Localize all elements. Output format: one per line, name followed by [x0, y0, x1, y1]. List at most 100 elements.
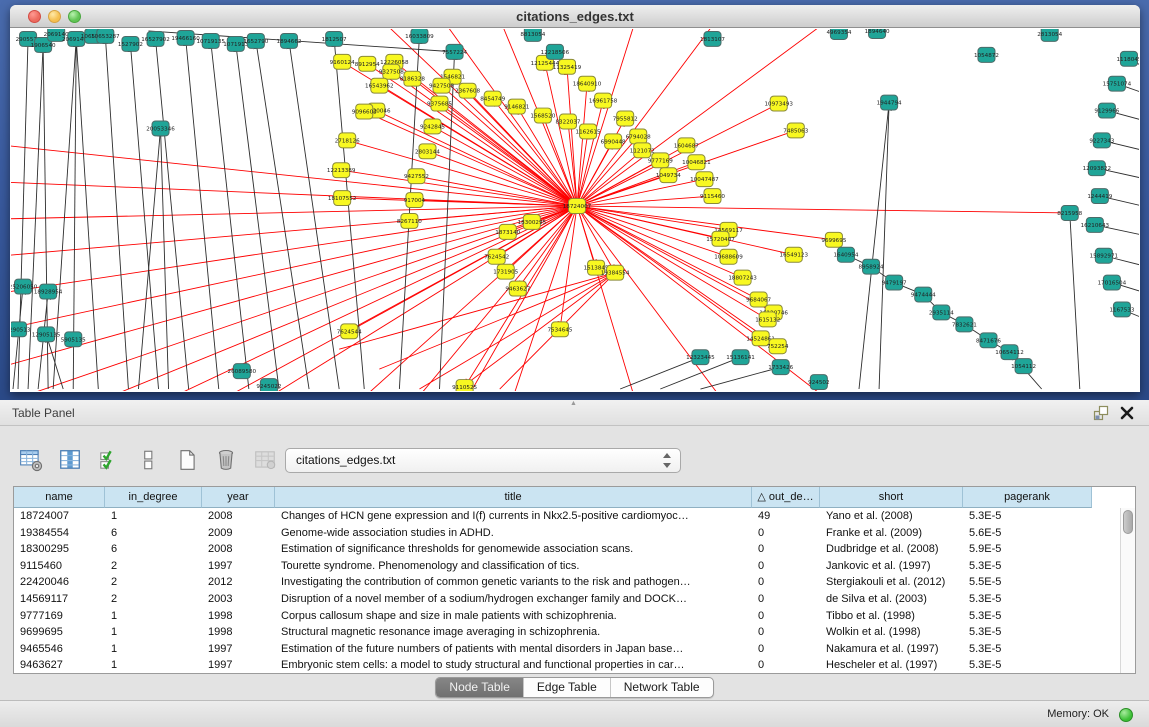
graph-node[interactable]: 7485063: [783, 123, 808, 138]
column-header-out_de[interactable]: △ out_de…: [752, 487, 820, 508]
graph-node[interactable]: 12213389: [327, 163, 356, 178]
graph-node[interactable]: 9699695: [821, 232, 846, 247]
graph-edge[interactable]: [577, 206, 774, 312]
graph-edge[interactable]: [130, 44, 158, 389]
graph-node[interactable]: 1527902: [118, 36, 143, 51]
graph-node[interactable]: 18640910: [573, 76, 602, 91]
graph-edge[interactable]: [11, 206, 577, 391]
graph-edge[interactable]: [577, 104, 779, 206]
graph-node[interactable]: 1731905: [493, 264, 518, 279]
graph-node[interactable]: 6794028: [626, 129, 651, 144]
table-select[interactable]: citations_edges.txt: [285, 448, 681, 473]
graph-edge[interactable]: [256, 41, 309, 389]
graph-node[interactable]: 9479197: [882, 275, 907, 290]
table-settings-button[interactable]: [18, 447, 44, 473]
table-row[interactable]: 1830029562008Estimation of significance …: [14, 541, 1120, 558]
table-row[interactable]: 946362711997Embryonic stem cells: a mode…: [14, 657, 1120, 673]
graph-edge[interactable]: [376, 111, 577, 206]
graph-node[interactable]: 1054872: [974, 47, 999, 62]
panel-resize-grip[interactable]: ▲: [570, 401, 580, 406]
graph-edge[interactable]: [289, 41, 339, 389]
delete-table-button[interactable]: [252, 447, 278, 473]
graph-edge[interactable]: [879, 103, 889, 389]
tab-node-table[interactable]: Node Table: [436, 678, 523, 697]
graph-node[interactable]: 18807243: [728, 270, 757, 285]
graph-edge[interactable]: [11, 140, 577, 206]
graph-edge[interactable]: [1070, 213, 1080, 389]
table-row[interactable]: 977716911998Corpus callosum shape and si…: [14, 608, 1120, 625]
graph-node[interactable]: 1121072: [630, 143, 655, 158]
table-row[interactable]: 1938455462009Genome-wide association stu…: [14, 525, 1120, 542]
window-titlebar[interactable]: citations_edges.txt: [10, 5, 1140, 28]
graph-node[interactable]: 12093822: [1083, 161, 1112, 176]
graph-node[interactable]: 1944794: [877, 95, 902, 110]
graph-edge[interactable]: [577, 162, 696, 206]
graph-edge[interactable]: [577, 206, 729, 257]
toggle-columns-button[interactable]: [57, 447, 83, 473]
graph-node[interactable]: 26089580: [228, 364, 257, 379]
graph-node[interactable]: 1118045: [1116, 51, 1139, 66]
graph-node[interactable]: 7624542: [484, 249, 509, 264]
table-row[interactable]: 911546021997Tourette syndrome. Phenomeno…: [14, 558, 1120, 575]
graph-node[interactable]: 17016504: [1098, 275, 1127, 290]
graph-node[interactable]: 6990448: [601, 134, 626, 149]
graph-edge[interactable]: [577, 206, 1070, 213]
graph-node[interactable]: 9474444: [911, 287, 936, 302]
graph-node[interactable]: 7955812: [613, 111, 638, 126]
graph-node[interactable]: 8322037: [555, 114, 580, 129]
column-header-year[interactable]: year: [202, 487, 275, 508]
graph-node[interactable]: 2813054: [1037, 29, 1062, 41]
graph-node[interactable]: 8215958: [1057, 206, 1082, 221]
graph-edge[interactable]: [859, 103, 889, 389]
graph-node[interactable]: 752254: [767, 339, 789, 354]
graph-node[interactable]: 18107552: [328, 191, 357, 206]
close-window-button[interactable]: [28, 10, 41, 23]
graph-node[interactable]: 9129966: [1094, 103, 1119, 118]
graph-node[interactable]: 1244419: [1087, 189, 1112, 204]
graph-node[interactable]: 16527902: [141, 31, 170, 46]
graph-node[interactable]: 1054112: [1011, 359, 1036, 374]
graph-edge[interactable]: [11, 206, 577, 391]
graph-node[interactable]: 2718126: [335, 133, 360, 148]
graph-node[interactable]: 8454749: [480, 91, 505, 106]
graph-node[interactable]: 1568520: [530, 108, 555, 123]
graph-node[interactable]: 9227343: [1089, 133, 1114, 148]
graph-node[interactable]: 9245022: [256, 379, 281, 391]
graph-node[interactable]: 16961758: [589, 93, 618, 108]
graph-edge[interactable]: [364, 112, 577, 206]
graph-node[interactable]: 1615132: [755, 312, 780, 327]
graph-node[interactable]: 1049734: [656, 168, 681, 183]
graph-node[interactable]: 16033809: [405, 29, 434, 43]
graph-edge[interactable]: [577, 84, 587, 206]
graph-edge[interactable]: [211, 41, 249, 389]
graph-edge[interactable]: [620, 357, 700, 389]
column-header-title[interactable]: title: [275, 487, 752, 508]
graph-node[interactable]: 18928954: [34, 284, 63, 299]
table-row[interactable]: 1456911722003Disruption of a novel membe…: [14, 591, 1120, 608]
graph-node[interactable]: 4969354: [826, 29, 851, 39]
zoom-window-button[interactable]: [68, 10, 81, 23]
scrollbar-thumb[interactable]: [1123, 510, 1133, 534]
graph-node[interactable]: 16210643: [1081, 217, 1110, 232]
column-header-short[interactable]: short: [820, 487, 963, 508]
graph-node[interactable]: 2367608: [455, 83, 480, 98]
graph-node[interactable]: 8958924: [859, 259, 884, 274]
graph-edge[interactable]: [156, 39, 189, 389]
tab-edge-table[interactable]: Edge Table: [523, 678, 610, 697]
graph-edge[interactable]: [577, 206, 700, 391]
graph-node[interactable]: 16549123: [780, 247, 809, 262]
graph-node[interactable]: 1733426: [768, 360, 793, 375]
table-row[interactable]: 1872400712008Changes of HCN gene express…: [14, 508, 1120, 525]
graph-node[interactable]: 20053346: [146, 121, 175, 136]
graph-node[interactable]: 1604687: [674, 138, 699, 153]
float-panel-icon[interactable]: [1093, 405, 1109, 421]
graph-node[interactable]: 10688609: [714, 249, 743, 264]
graph-edge[interactable]: [105, 36, 128, 389]
graph-node[interactable]: 924502: [808, 375, 829, 390]
tab-network-table[interactable]: Network Table: [610, 678, 713, 697]
graph-edge[interactable]: [432, 126, 577, 206]
graph-node[interactable]: 9427552: [404, 169, 429, 184]
column-header-name[interactable]: name: [14, 487, 105, 508]
graph-node[interactable]: 1894640: [865, 29, 890, 38]
graph-node[interactable]: 8186328: [400, 71, 425, 86]
